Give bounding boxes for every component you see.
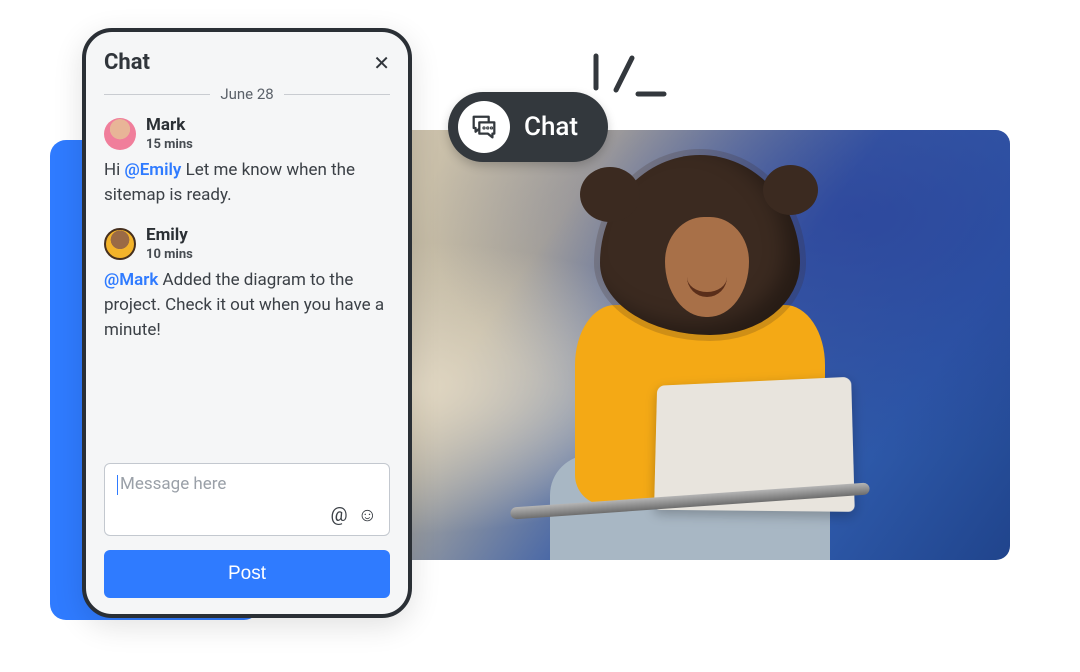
close-icon[interactable]: ✕ (373, 51, 390, 75)
message-time: 10 mins (146, 247, 193, 262)
emoji-icon[interactable]: ☺ (358, 503, 377, 527)
message-input[interactable]: Message here @ ☺ (104, 463, 390, 536)
post-button[interactable]: Post (104, 550, 390, 598)
date-label: June 28 (220, 85, 273, 103)
chat-pill-button[interactable]: Chat (448, 92, 608, 162)
chat-panel: Chat ✕ June 28 Mark 15 mins Hi @Emily Le… (82, 28, 412, 618)
chat-icon (458, 101, 510, 153)
input-placeholder: Message here (120, 474, 226, 494)
date-divider: June 28 (104, 85, 390, 103)
mention[interactable]: @Emily (124, 160, 181, 180)
chat-message: Mark 15 mins Hi @Emily Let me know when … (104, 115, 390, 207)
chat-message: Emily 10 mins @Mark Added the diagram to… (104, 225, 390, 342)
mention[interactable]: @Mark (104, 270, 158, 290)
message-body: @Mark Added the diagram to the project. … (104, 268, 390, 342)
avatar (104, 118, 136, 150)
message-body: Hi @Emily Let me know when the sitemap i… (104, 158, 390, 207)
author-name: Mark (146, 115, 193, 135)
author-name: Emily (146, 225, 193, 245)
person-illustration (530, 155, 850, 555)
chat-pill-label: Chat (524, 112, 578, 142)
message-time: 15 mins (146, 137, 193, 152)
avatar (104, 228, 136, 260)
mention-icon[interactable]: @ (331, 503, 348, 527)
chat-title: Chat (104, 50, 150, 75)
spark-icon (588, 48, 668, 103)
